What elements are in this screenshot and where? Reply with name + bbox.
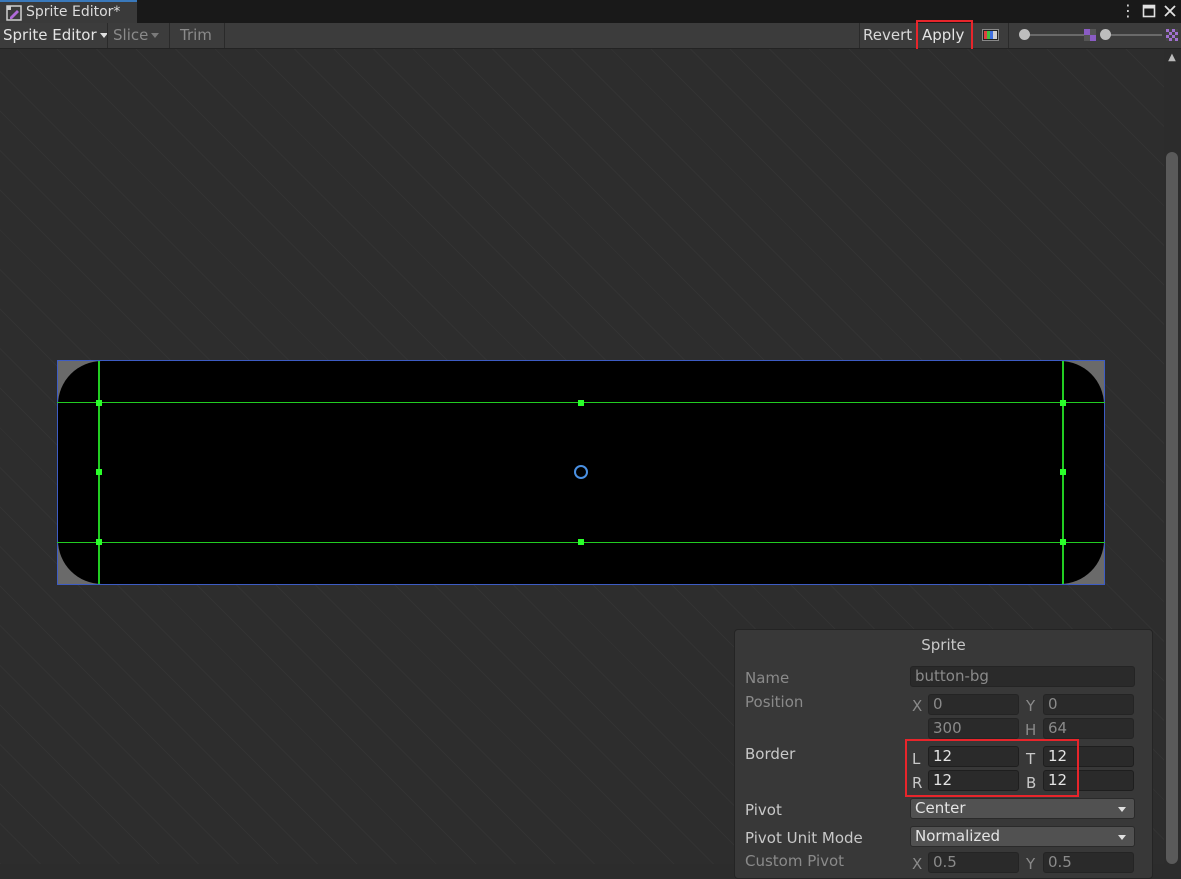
slice-label: Slice — [113, 26, 149, 44]
name-label: Name — [745, 669, 790, 687]
custom-pivot-y-label: Y — [1026, 855, 1036, 873]
kebab-menu-icon[interactable]: ⋮ — [1118, 1, 1138, 21]
mip-slider-handle[interactable] — [1100, 29, 1111, 40]
custom-pivot-x-field[interactable]: 0.5 — [928, 852, 1019, 873]
border-handle-top[interactable] — [578, 400, 584, 406]
toolbar-divider — [107, 23, 108, 48]
scroll-up-icon[interactable]: ▲ — [1166, 52, 1178, 64]
border-handle-right[interactable] — [1060, 469, 1066, 475]
tab-sprite-editor[interactable]: Sprite Editor* — [0, 0, 137, 23]
name-field[interactable]: button-bg — [910, 666, 1135, 687]
sprite-corner-tl — [58, 361, 102, 405]
position-y-label: Y — [1026, 697, 1036, 715]
custom-pivot-x-label: X — [912, 855, 923, 873]
toolbar-divider — [224, 23, 225, 48]
custom-pivot-label: Custom Pivot — [745, 852, 845, 870]
zoom-icon — [1084, 29, 1096, 41]
tab-title: Sprite Editor* — [26, 4, 121, 20]
scrollbar-thumb[interactable] — [1166, 152, 1178, 864]
border-handle-top-left[interactable] — [96, 400, 102, 406]
position-x-label: X — [912, 697, 923, 715]
pivot-unit-dropdown[interactable]: Normalized — [910, 826, 1135, 847]
toolbar-divider — [1008, 23, 1009, 48]
position-y-field[interactable]: 0 — [1043, 694, 1134, 715]
zoom-slider-handle[interactable] — [1019, 29, 1030, 40]
sprite-corner-bl — [58, 540, 102, 584]
size-h-label: H — [1025, 721, 1037, 739]
sprite-corner-br — [1060, 540, 1104, 584]
revert-button[interactable]: Revert — [863, 23, 912, 48]
custom-pivot-y-field[interactable]: 0.5 — [1043, 852, 1134, 873]
window-tab-bar: Sprite Editor* ⋮ — [0, 0, 1181, 23]
pivot-unit-value: Normalized — [915, 827, 1001, 845]
trim-button[interactable]: Trim — [180, 23, 212, 48]
pivot-label: Pivot — [745, 801, 782, 819]
border-fields-highlight — [905, 739, 1079, 797]
mip-slider-track[interactable] — [1104, 34, 1162, 36]
sprite-editor-toolbar: Sprite Editor Slice Trim Revert Apply — [0, 23, 1181, 49]
panel-title: Sprite — [921, 636, 966, 654]
zoom-slider-track[interactable] — [1022, 34, 1084, 36]
border-handle-bottom-left[interactable] — [96, 539, 102, 545]
sprite-corner-tr — [1060, 361, 1104, 405]
size-w-field[interactable]: 300 — [928, 718, 1019, 739]
chevron-down-icon — [151, 33, 160, 38]
alpha-checker-icon — [1166, 29, 1178, 41]
pivot-handle[interactable] — [574, 465, 588, 479]
sprite-editor-icon — [6, 5, 22, 21]
maximize-icon[interactable] — [1139, 1, 1159, 21]
close-icon[interactable] — [1160, 1, 1180, 21]
slice-dropdown[interactable]: Slice — [113, 23, 160, 48]
pivot-unit-label: Pivot Unit Mode — [745, 829, 863, 847]
pivot-dropdown[interactable]: Center — [910, 798, 1135, 819]
border-handle-bottom[interactable] — [578, 539, 584, 545]
pivot-value: Center — [915, 799, 966, 817]
color-channel-toggle-icon[interactable] — [982, 29, 999, 41]
chevron-down-icon — [1118, 835, 1126, 840]
editor-mode-label: Sprite Editor — [3, 26, 97, 44]
toolbar-divider — [169, 23, 170, 48]
toolbar-divider — [859, 23, 860, 48]
border-handle-bottom-right[interactable] — [1060, 539, 1066, 545]
border-handle-left[interactable] — [96, 469, 102, 475]
border-label: Border — [745, 745, 796, 763]
chevron-down-icon — [1118, 807, 1126, 812]
position-x-field[interactable]: 0 — [928, 694, 1019, 715]
editor-mode-dropdown[interactable]: Sprite Editor — [3, 23, 108, 48]
border-handle-top-right[interactable] — [1060, 400, 1066, 406]
apply-highlight — [916, 20, 973, 51]
size-h-field[interactable]: 64 — [1043, 718, 1134, 739]
position-label: Position — [745, 693, 804, 711]
